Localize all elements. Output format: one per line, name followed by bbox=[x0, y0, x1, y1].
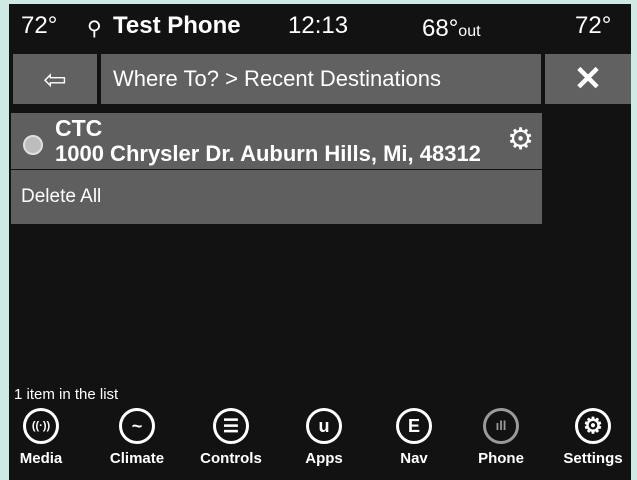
media-button[interactable]: ((·)) Media bbox=[9, 408, 81, 467]
clock: 12:13 bbox=[288, 12, 349, 39]
signal-icon: ıll bbox=[483, 408, 519, 444]
settings-button[interactable]: ⚙ Settings bbox=[553, 408, 631, 467]
settings-label: Settings bbox=[563, 450, 623, 467]
bottom-nav: ((·)) Media ~ Climate ☰ Controls u Apps … bbox=[9, 408, 631, 480]
climate-label: Climate bbox=[109, 450, 165, 467]
controls-button[interactable]: ☰ Controls bbox=[191, 408, 271, 467]
close-button[interactable]: ✕ bbox=[545, 54, 631, 104]
apps-icon: u bbox=[306, 408, 342, 444]
status-bar: 72° ⚲ Test Phone 12:13 68°out 72° bbox=[9, 4, 631, 48]
delete-all-button[interactable]: Delete All bbox=[11, 170, 542, 224]
uconnect-screen: 72° ⚲ Test Phone 12:13 68°out 72° ⇦ Wher… bbox=[9, 4, 631, 480]
settings-gear-icon: ⚙ bbox=[575, 408, 611, 444]
passenger-temp[interactable]: 72° bbox=[575, 13, 611, 39]
climate-icon: ~ bbox=[119, 408, 155, 444]
compass-icon: E bbox=[396, 408, 432, 444]
media-label: Media bbox=[19, 450, 63, 467]
breadcrumb: Where To? > Recent Destinations bbox=[101, 54, 541, 104]
destination-name: CTC bbox=[55, 115, 103, 141]
list-count: 1 item in the list bbox=[14, 386, 119, 403]
outside-temp: 68°out bbox=[422, 15, 481, 42]
apps-button[interactable]: u Apps bbox=[284, 408, 364, 467]
back-button[interactable]: ⇦ bbox=[13, 54, 97, 104]
usb-icon: ⚲ bbox=[87, 18, 102, 40]
nav-button[interactable]: E Nav bbox=[374, 408, 454, 467]
destination-address: 1000 Chrysler Dr. Auburn Hills, Mi, 4831… bbox=[55, 141, 481, 166]
phone-label: Phone bbox=[478, 450, 524, 467]
radio-tower-icon: ((·)) bbox=[23, 408, 59, 444]
seat-icon: ☰ bbox=[213, 408, 249, 444]
gear-icon[interactable]: ⚙ bbox=[507, 125, 534, 155]
driver-temp[interactable]: 72° bbox=[21, 13, 57, 39]
phone-button[interactable]: ıll Phone bbox=[461, 408, 541, 467]
close-icon: ✕ bbox=[573, 60, 603, 98]
back-arrow-icon: ⇦ bbox=[43, 63, 67, 95]
apps-label: Apps bbox=[305, 450, 343, 467]
nav-bar: ⇦ Where To? > Recent Destinations ✕ bbox=[9, 54, 631, 104]
phone-name: Test Phone bbox=[113, 12, 241, 39]
climate-button[interactable]: ~ Climate bbox=[97, 408, 177, 467]
controls-label: Controls bbox=[200, 450, 262, 467]
destination-list-item[interactable]: CTC 1000 Chrysler Dr. Auburn Hills, Mi, … bbox=[11, 113, 542, 169]
radio-button[interactable] bbox=[23, 135, 43, 155]
nav-label: Nav bbox=[400, 450, 428, 467]
